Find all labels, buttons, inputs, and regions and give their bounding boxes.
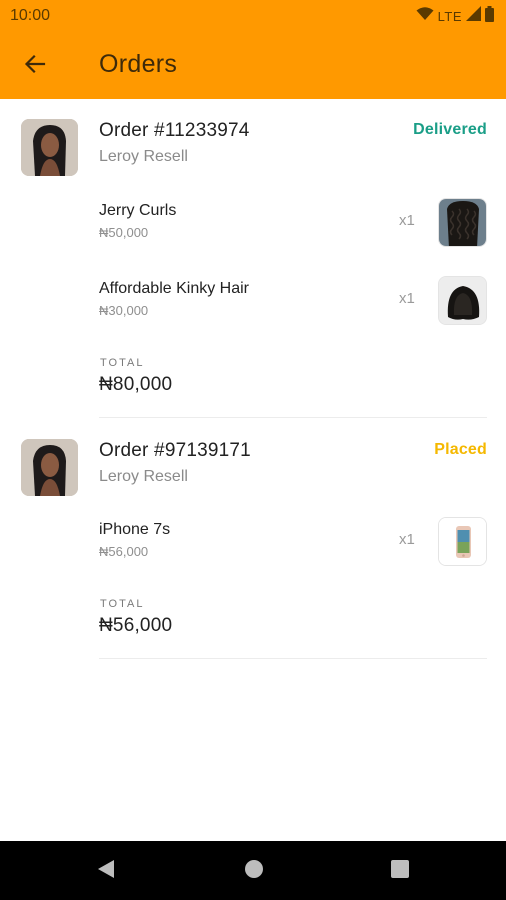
item-quantity: x1 <box>399 290 415 307</box>
item-name: Jerry Curls <box>99 202 177 219</box>
order-total: ₦56,000 <box>99 615 173 636</box>
divider <box>99 658 487 659</box>
curly-hair-image <box>438 198 487 247</box>
nav-recents-button[interactable] <box>388 859 412 883</box>
total-label: TOTAL <box>100 357 145 369</box>
order-card[interactable]: Order #97139171 Leroy Resell Placed iPho… <box>0 419 506 660</box>
status-icons: LTE <box>416 5 494 27</box>
arrow-left-icon <box>24 53 46 80</box>
home-circle-icon <box>244 859 264 884</box>
order-number: Order #11233974 <box>99 120 250 141</box>
order-status-badge: Placed <box>434 441 487 458</box>
app-bar: Orders <box>0 32 506 99</box>
total-label: TOTAL <box>100 598 145 610</box>
item-quantity: x1 <box>399 531 415 548</box>
seller-name: Leroy Resell <box>99 148 188 165</box>
page-title: Orders <box>99 50 178 78</box>
wifi-icon <box>416 6 434 26</box>
back-button[interactable] <box>18 49 52 83</box>
network-type: LTE <box>437 8 462 24</box>
bob-wig-image <box>438 276 487 325</box>
seller-avatar <box>21 119 78 176</box>
item-name: iPhone 7s <box>99 521 171 538</box>
orders-list: Order #11233974 Leroy Resell Delivered J… <box>0 99 506 841</box>
back-triangle-icon <box>97 859 115 884</box>
order-item[interactable]: iPhone 7s ₦56,000 x1 <box>0 517 506 567</box>
item-name: Affordable Kinky Hair <box>99 280 249 297</box>
battery-icon <box>485 5 494 27</box>
order-item[interactable]: Jerry Curls ₦50,000 x1 <box>0 198 506 248</box>
item-price: ₦56,000 <box>99 544 149 559</box>
order-total: ₦80,000 <box>99 374 173 395</box>
nav-back-button[interactable] <box>94 859 118 883</box>
order-item[interactable]: Affordable Kinky Hair ₦30,000 x1 <box>0 276 506 326</box>
seller-avatar <box>21 439 78 496</box>
app-header: 10:00 LTE Orders <box>0 0 506 99</box>
status-time: 10:00 <box>10 7 51 24</box>
system-nav-bar <box>0 841 506 900</box>
divider <box>99 417 487 418</box>
order-number: Order #97139171 <box>99 440 251 461</box>
status-bar: 10:00 LTE <box>0 0 506 32</box>
item-quantity: x1 <box>399 212 415 229</box>
order-status-badge: Delivered <box>413 121 487 138</box>
item-price: ₦30,000 <box>99 303 149 318</box>
phone-image <box>438 517 487 566</box>
seller-name: Leroy Resell <box>99 468 188 485</box>
order-card[interactable]: Order #11233974 Leroy Resell Delivered J… <box>0 99 506 419</box>
nav-home-button[interactable] <box>242 859 266 883</box>
item-price: ₦50,000 <box>99 225 149 240</box>
recents-square-icon <box>391 859 409 883</box>
signal-icon <box>466 6 481 26</box>
